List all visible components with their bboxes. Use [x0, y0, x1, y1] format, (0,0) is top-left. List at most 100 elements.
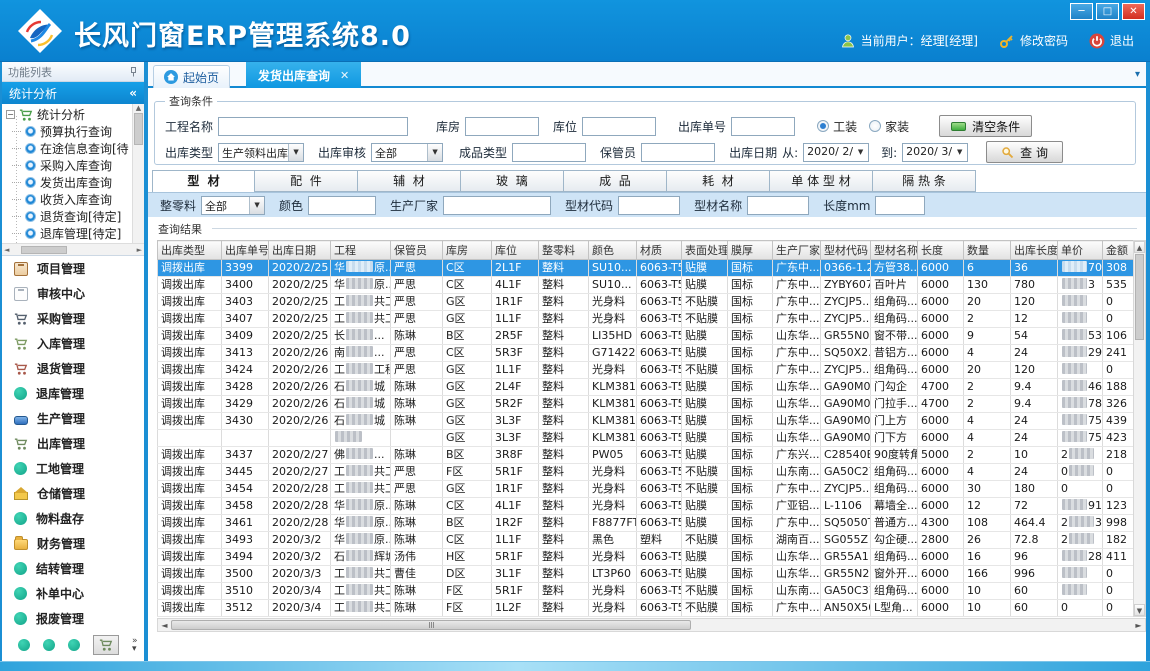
tree-item[interactable]: 在途信息查询[待 [2, 140, 132, 157]
sidebar-item-退货管理[interactable]: 退货管理 [2, 356, 144, 381]
table-row[interactable]: 调拨出库35002020/3/3工共工程曹佳D区3L1F整料LT3P606063… [158, 566, 1134, 583]
profile-name-input[interactable] [747, 196, 809, 215]
more-panels-button[interactable]: »▾ [132, 637, 138, 653]
table-row[interactable]: G区3L3F整料KLM38176063-T5贴膜国标山东华...GA90M09.… [158, 430, 1134, 447]
table-row[interactable]: 调拨出库34292020/2/26石城陈琳G区5R2F整料KLM38176063… [158, 396, 1134, 413]
material-tab-辅材[interactable]: 辅 材 [358, 170, 461, 192]
column-header-工程[interactable]: 工程 [331, 241, 391, 260]
sidebar-item-补单中心[interactable]: 补单中心 [2, 581, 144, 606]
dot-icon[interactable] [43, 639, 55, 651]
gongzhuang-radio-label[interactable]: 工装 [833, 118, 857, 135]
column-header-颜色[interactable]: 颜色 [589, 241, 637, 260]
tree-item[interactable]: 预算执行查询 [2, 123, 132, 140]
column-header-出库单号[interactable]: 出库单号 [222, 241, 269, 260]
minimize-button[interactable]: ─ [1070, 3, 1093, 20]
dot-icon[interactable] [68, 639, 80, 651]
statistics-group-header[interactable]: 统计分析 « [2, 82, 144, 104]
maximize-button[interactable]: □ [1096, 3, 1119, 20]
horizontal-scrollbar[interactable]: ◄ ► [157, 618, 1146, 632]
order-no-input[interactable] [731, 117, 795, 136]
vertical-scrollbar[interactable]: ▲ ▼ [1133, 240, 1146, 617]
scroll-down-icon[interactable]: ▼ [1134, 604, 1145, 616]
table-row[interactable]: 调拨出库34282020/2/26石城陈琳G区2L4F整料KLM38176063… [158, 379, 1134, 396]
material-tab-隔热条[interactable]: 隔 热 条 [873, 170, 976, 192]
tree-item[interactable]: 退货查询[待定] [2, 208, 132, 225]
dot-icon[interactable] [18, 639, 30, 651]
material-tab-单体型材[interactable]: 单 体 型 材 [770, 170, 873, 192]
tree-expand-icon[interactable]: − [6, 110, 15, 119]
collapse-icon[interactable]: « [129, 86, 137, 100]
material-tab-耗材[interactable]: 耗 材 [667, 170, 770, 192]
column-header-膜厚[interactable]: 膜厚 [728, 241, 773, 260]
table-row[interactable]: 调拨出库34002020/2/25华原...严思C区4L1F整料SU10...6… [158, 277, 1134, 294]
column-header-出库类型[interactable]: 出库类型 [158, 241, 222, 260]
material-tab-配件[interactable]: 配 件 [255, 170, 358, 192]
sidebar-item-工地管理[interactable]: 工地管理 [2, 456, 144, 481]
sidebar-item-报废管理[interactable]: 报废管理 [2, 606, 144, 631]
table-row[interactable]: 调拨出库35122020/3/4工共工程陈琳F区1L2F整料光身料6063-T5… [158, 600, 1134, 617]
table-row[interactable]: 调拨出库35102020/3/4工共工程陈琳F区5R1F整料光身料6063-T5… [158, 583, 1134, 600]
sidebar-item-审核中心[interactable]: 审核中心 [2, 281, 144, 306]
column-header-金额[interactable]: 金额 [1103, 241, 1134, 260]
column-header-长度[interactable]: 长度 [918, 241, 964, 260]
tab-list-caret-icon[interactable]: ▾ [1135, 69, 1140, 80]
gongzhuang-radio[interactable] [817, 120, 829, 132]
close-tab-icon[interactable]: ✕ [340, 69, 349, 82]
sidebar-item-结转管理[interactable]: 结转管理 [2, 556, 144, 581]
pin-icon[interactable] [129, 67, 138, 77]
tree-item[interactable]: 收货入库查询 [2, 191, 132, 208]
table-row[interactable]: 调拨出库34372020/2/27佛...陈琳B区3R8F整料PW056063-… [158, 447, 1134, 464]
length-input[interactable] [875, 196, 925, 215]
column-header-材质[interactable]: 材质 [637, 241, 682, 260]
table-row[interactable]: 调拨出库34032020/2/25工共工程严思G区1R1F整料光身料6063-T… [158, 294, 1134, 311]
logout-button[interactable]: 退出 [1089, 32, 1134, 49]
location-input[interactable] [582, 117, 656, 136]
table-row[interactable]: 调拨出库34582020/2/28华原...陈琳C区4L1F整料光身料6063-… [158, 498, 1134, 515]
whole-piece-select[interactable]: 全部▼ [201, 196, 265, 215]
sidebar-item-出库管理[interactable]: 出库管理 [2, 431, 144, 456]
tree-vertical-scrollbar[interactable]: ▲ [132, 104, 144, 244]
column-header-数量[interactable]: 数量 [964, 241, 1011, 260]
material-tab-玻璃[interactable]: 玻 璃 [461, 170, 564, 192]
column-header-库位[interactable]: 库位 [492, 241, 539, 260]
table-row[interactable]: 调拨出库34072020/2/25工共工程严思G区1L1F整料光身料6063-T… [158, 311, 1134, 328]
sidebar-item-财务管理[interactable]: 财务管理 [2, 531, 144, 556]
table-row[interactable]: 调拨出库34542020/2/28工共工程严思G区1R1F整料光身料6063-T… [158, 481, 1134, 498]
table-row[interactable]: 调拨出库33992020/2/25华原...严思C区2L1F整料SU10...6… [158, 260, 1134, 277]
table-row[interactable]: 调拨出库34242020/2/26工工程严思G区1L1F整料光身料6063-T5… [158, 362, 1134, 379]
cart-panel-button[interactable] [93, 635, 119, 655]
date-to-select[interactable]: 2020/ 3/16▼ [902, 143, 968, 162]
tree-root-statistics[interactable]: − 统计分析 [2, 106, 132, 123]
column-header-库房[interactable]: 库房 [443, 241, 492, 260]
clear-conditions-button[interactable]: 清空条件 [939, 115, 1032, 137]
outbound-audit-select[interactable]: 全部▼ [371, 143, 443, 162]
column-header-型材代码[interactable]: 型材代码 [821, 241, 871, 260]
table-row[interactable]: 调拨出库34612020/2/28华原...陈琳B区1R2F整料F8877FT6… [158, 515, 1134, 532]
jiazhuang-radio[interactable] [869, 120, 881, 132]
column-header-出库长度[interactable]: 出库长度 [1011, 241, 1058, 260]
table-row[interactable]: 调拨出库34942020/3/2石辉城汤伟H区5R1F整料光身料6063-T5贴… [158, 549, 1134, 566]
jiazhuang-radio-label[interactable]: 家装 [885, 118, 909, 135]
table-row[interactable]: 调拨出库34452020/2/27工共工程严思F区5R1F整料光身料6063-T… [158, 464, 1134, 481]
scrollbar-thumb[interactable] [1135, 254, 1144, 340]
column-header-生产厂家[interactable]: 生产厂家 [773, 241, 821, 260]
sidebar-item-入库管理[interactable]: 入库管理 [2, 331, 144, 356]
sidebar-item-退库管理[interactable]: 退库管理 [2, 381, 144, 406]
sidebar-item-物料盘存[interactable]: 物料盘存 [2, 506, 144, 531]
scrollbar-thumb[interactable] [171, 620, 691, 630]
table-row[interactable]: 调拨出库34932020/3/2华原...陈琳C区1L1F整料黑色塑料不贴膜国标… [158, 532, 1134, 549]
scroll-left-icon[interactable]: ◄ [158, 621, 171, 630]
keeper-input[interactable] [641, 143, 715, 162]
product-type-input[interactable] [512, 143, 586, 162]
sidebar-item-仓储管理[interactable]: 仓储管理 [2, 481, 144, 506]
tab-shipping-outbound-query[interactable]: 发货出库查询 ✕ [246, 62, 361, 88]
tree-horizontal-scrollbar[interactable]: ◄► [2, 243, 144, 255]
manufacturer-input[interactable] [443, 196, 551, 215]
warehouse-input[interactable] [465, 117, 539, 136]
change-password-button[interactable]: 修改密码 [999, 32, 1068, 49]
search-button[interactable]: 查 询 [986, 141, 1063, 163]
sidebar-item-生产管理[interactable]: 生产管理 [2, 406, 144, 431]
outbound-type-select[interactable]: 生产领料出库▼ [218, 143, 304, 162]
column-header-单价[interactable]: 单价 [1058, 241, 1103, 260]
material-tab-型材[interactable]: 型 材 [152, 170, 255, 193]
